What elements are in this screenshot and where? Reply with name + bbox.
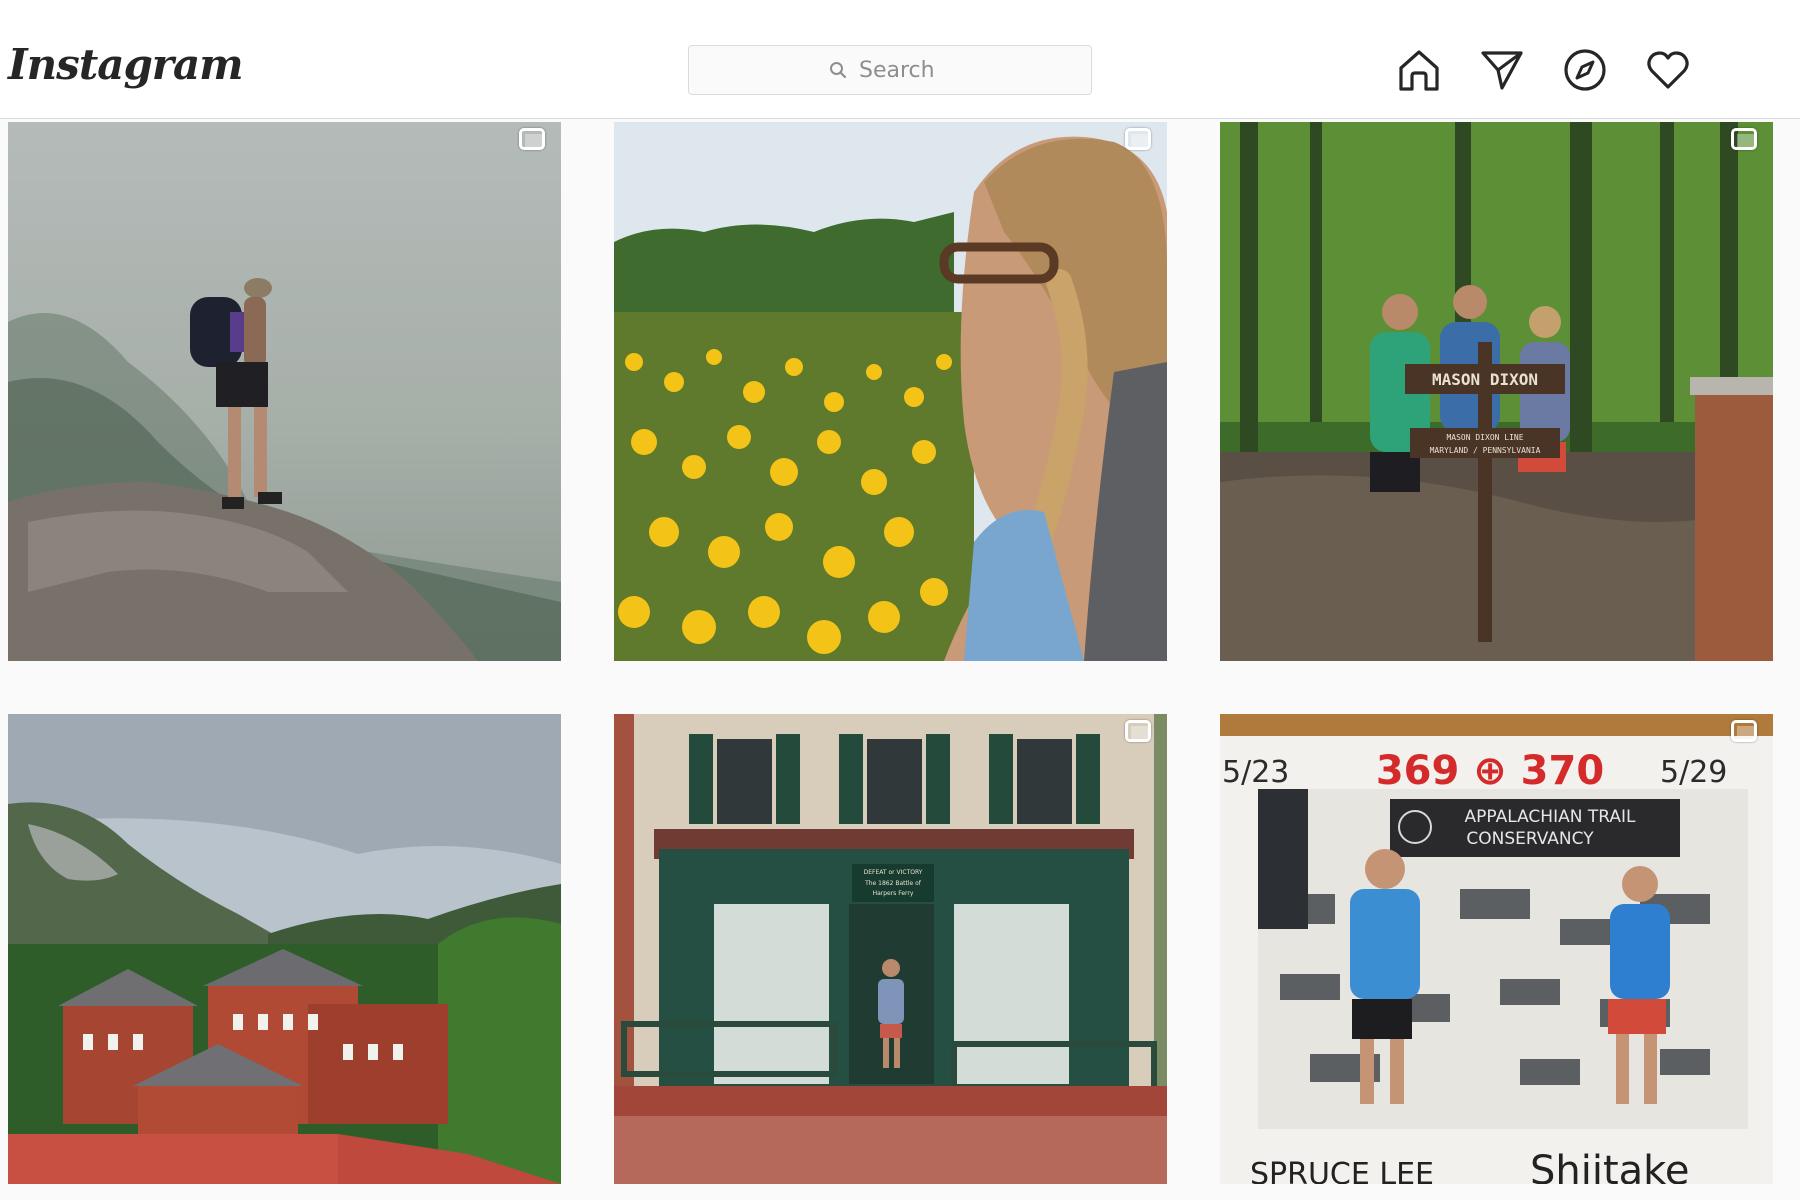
- search-input[interactable]: [857, 56, 951, 84]
- sign-line1-text: MASON DIXON LINE: [1446, 433, 1523, 442]
- photo-mason-dixon-sign[interactable]: MASON DIXON MASON DIXON LINE MARYLAND / …: [1220, 122, 1773, 661]
- multiple-posts-icon: [1125, 128, 1151, 150]
- store-sign-line2: The 1862 Battle of: [864, 880, 922, 887]
- store-sign-line3: Harpers Ferry: [873, 890, 914, 897]
- search-icon: [830, 62, 847, 79]
- polaroid-date-left: 5/23: [1222, 755, 1289, 790]
- polaroid-caption-left: SPRUCE LEE: [1250, 1157, 1434, 1184]
- multiple-posts-icon: [519, 128, 545, 150]
- photo-harpers-ferry-town[interactable]: [8, 714, 561, 1184]
- store-sign-line1: DEFEAT or VICTORY: [864, 869, 923, 876]
- polaroid-caption-right: Shiitake: [1530, 1148, 1690, 1184]
- photo-historic-storefront[interactable]: DEFEAT or VICTORY The 1862 Battle of Har…: [614, 714, 1167, 1184]
- multiple-posts-icon: [1731, 720, 1757, 742]
- sign-main-text: MASON DIXON: [1432, 370, 1538, 389]
- polaroid-date-right: 5/29: [1660, 755, 1727, 790]
- polaroid-miles: 369 ⊕ 370: [1376, 748, 1604, 794]
- multiple-posts-icon: [1125, 720, 1151, 742]
- heart-icon[interactable]: [1644, 46, 1692, 94]
- compass-icon[interactable]: [1561, 46, 1609, 94]
- photo-foggy-cliff-hiker[interactable]: [8, 122, 561, 661]
- atc-sign-line1: APPALACHIAN TRAIL: [1465, 807, 1636, 827]
- multiple-posts-icon: [1731, 128, 1757, 150]
- photo-appalachian-trail-conservancy-polaroid[interactable]: 5/23 369 ⊕ 370 5/29 APPALACHIAN TRAIL CO…: [1220, 714, 1773, 1184]
- instagram-logo[interactable]: Instagram: [8, 40, 244, 89]
- top-navigation-bar: Instagram: [0, 0, 1800, 119]
- sign-line2-text: MARYLAND / PENNSYLVANIA: [1430, 446, 1541, 455]
- photo-hiker-yellow-flowers[interactable]: [614, 122, 1167, 661]
- atc-sign-line2: CONSERVANCY: [1466, 829, 1594, 849]
- paper-plane-icon[interactable]: [1478, 46, 1526, 94]
- search-box[interactable]: [688, 45, 1092, 95]
- home-icon[interactable]: [1395, 46, 1443, 94]
